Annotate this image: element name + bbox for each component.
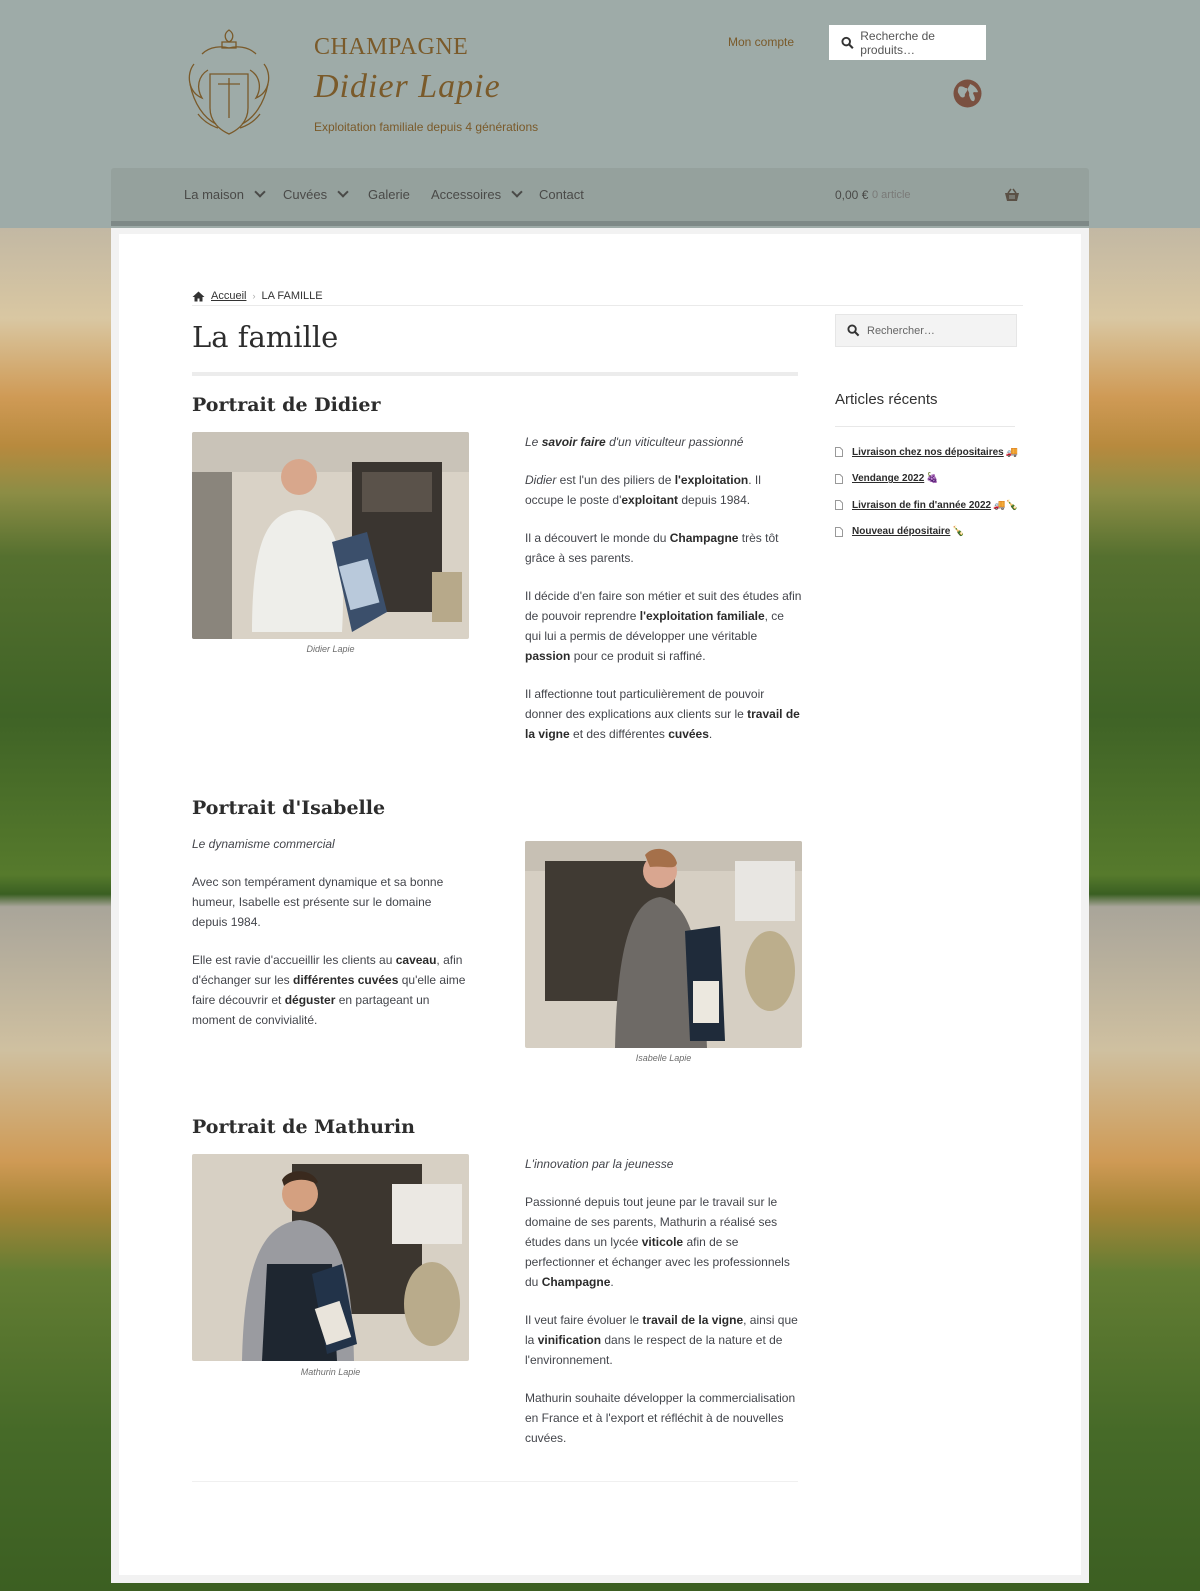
- sidebar-search-placeholder: Rechercher…: [867, 324, 935, 337]
- nav-item-galerie[interactable]: Galerie: [368, 187, 410, 202]
- section-text-mathurin: L'innovation par la jeunesse Passionné d…: [525, 1154, 802, 1466]
- recent-post-item: Livraison de fin d'année 2022 🚚🍾: [835, 492, 1025, 519]
- chevron-down-icon: [337, 186, 349, 198]
- photo-didier[interactable]: [192, 432, 469, 639]
- site-header: CHAMPAGNE Didier Lapie Exploitation fami…: [0, 0, 1200, 228]
- chevron-down-icon: [254, 186, 266, 198]
- paragraph: Il a découvert le monde du Champagne trè…: [525, 531, 779, 565]
- paragraph: Passionné depuis tout jeune par le trava…: [525, 1195, 790, 1289]
- section-heading-mathurin: Portrait de Mathurin: [192, 1116, 415, 1138]
- cart-amount[interactable]: 0,00 €: [835, 188, 868, 202]
- content-panel: Accueil › LA FAMILLE La famille Portrait…: [111, 228, 1089, 1583]
- nav-item-contact[interactable]: Contact: [539, 187, 584, 202]
- recent-post-link[interactable]: Vendange 2022: [852, 473, 924, 484]
- section-heading-didier: Portrait de Didier: [192, 394, 381, 416]
- sidebar-search-input[interactable]: Rechercher…: [835, 314, 1017, 347]
- globe-language-icon[interactable]: [953, 79, 982, 108]
- document-icon: [835, 500, 843, 511]
- photo-caption-isabelle: Isabelle Lapie: [635, 1053, 692, 1063]
- photo-mathurin[interactable]: [192, 1154, 469, 1361]
- my-account-link[interactable]: Mon compte: [728, 35, 794, 49]
- breadcrumb: Accueil › LA FAMILLE: [192, 290, 323, 302]
- document-icon: [835, 473, 843, 484]
- section-heading-isabelle: Portrait d'Isabelle: [192, 797, 386, 819]
- recent-post-item: Nouveau dépositaire 🍾: [835, 519, 1025, 546]
- breadcrumb-separator: ›: [252, 291, 256, 301]
- paragraph: Mathurin souhaite développer la commerci…: [525, 1391, 796, 1445]
- recent-posts-list: Livraison chez nos dépositaires 🚚 Vendang…: [835, 439, 1025, 545]
- recent-post-link[interactable]: Livraison chez nos dépositaires: [852, 447, 1004, 458]
- recent-posts-heading: Articles récents: [835, 391, 938, 408]
- photo-didier-image: [192, 432, 469, 639]
- nav-item-cuvees[interactable]: Cuvées: [283, 186, 349, 202]
- paragraph: Il affectionne tout particulièrement de …: [525, 687, 800, 741]
- recent-post-link[interactable]: Nouveau dépositaire: [852, 526, 950, 537]
- recent-posts-divider: [835, 426, 1015, 427]
- brand-name[interactable]: Didier Lapie: [314, 68, 501, 106]
- breadcrumb-home-link[interactable]: Accueil: [211, 290, 246, 302]
- search-icon: [847, 324, 860, 337]
- recent-post-link[interactable]: Livraison de fin d'année 2022: [852, 500, 991, 511]
- document-icon: [835, 526, 843, 537]
- brand-title[interactable]: CHAMPAGNE: [314, 34, 468, 61]
- product-search-placeholder: Recherche de produits…: [860, 28, 935, 57]
- paragraph: Elle est ravie d'accueillir les clients …: [192, 953, 466, 1027]
- breadcrumb-current: LA FAMILLE: [261, 290, 323, 302]
- page-title: La famille: [192, 320, 339, 354]
- chevron-down-icon: [511, 186, 523, 198]
- document-icon: [835, 447, 843, 458]
- recent-post-item: Vendange 2022 🍇: [835, 466, 1025, 493]
- paragraph: Le dynamisme commercial: [192, 837, 335, 851]
- breadcrumb-divider: [192, 305, 1023, 306]
- nav-bottom-strip: [111, 221, 1089, 226]
- truck-bottle-emoji-icon: 🚚🍾: [993, 499, 1018, 511]
- paragraph: Didier est l'un des piliers de l'exploit…: [525, 473, 761, 507]
- title-divider: [192, 372, 798, 376]
- coat-of-arms-logo[interactable]: [184, 24, 274, 142]
- paragraph: Le savoir faire d'un viticulteur passion…: [525, 435, 744, 449]
- basket-icon[interactable]: [1004, 188, 1020, 202]
- photo-caption-didier: Didier Lapie: [306, 644, 355, 654]
- paragraph: Il veut faire évoluer le travail de la v…: [525, 1313, 798, 1367]
- paragraph: Il décide d'en faire son métier et suit …: [525, 589, 802, 663]
- grapes-emoji-icon: 🍇: [926, 473, 939, 485]
- search-icon: [841, 36, 854, 49]
- truck-emoji-icon: 🚚: [1005, 446, 1019, 458]
- nav-item-accessoires[interactable]: Accessoires: [431, 186, 523, 202]
- cart-count[interactable]: 0 article: [872, 189, 911, 201]
- nav-item-la-maison[interactable]: La maison: [184, 186, 266, 202]
- content-end-divider: [192, 1481, 798, 1482]
- product-search-input[interactable]: Recherche de produits…: [829, 25, 986, 60]
- primary-navigation: La maison Cuvées Galerie Accessoires Con…: [111, 168, 1089, 226]
- content-area: Accueil › LA FAMILLE La famille Portrait…: [119, 234, 1081, 1575]
- photo-isabelle-image: [525, 841, 802, 1048]
- paragraph: L'innovation par la jeunesse: [525, 1157, 674, 1171]
- brand-tagline: Exploitation familiale depuis 4 générati…: [314, 120, 539, 134]
- home-icon: [192, 291, 205, 301]
- photo-caption-mathurin: Mathurin Lapie: [300, 1367, 361, 1377]
- section-text-isabelle: Le dynamisme commercial Avec son tempéra…: [192, 834, 469, 1048]
- bottle-emoji-icon: 🍾: [952, 526, 965, 538]
- section-text-didier: Le savoir faire d'un viticulteur passion…: [525, 432, 802, 762]
- photo-isabelle[interactable]: [525, 841, 802, 1048]
- photo-mathurin-image: [192, 1154, 469, 1361]
- paragraph: Avec son tempérament dynamique et sa bon…: [192, 875, 444, 929]
- recent-post-item: Livraison chez nos dépositaires 🚚: [835, 439, 1025, 466]
